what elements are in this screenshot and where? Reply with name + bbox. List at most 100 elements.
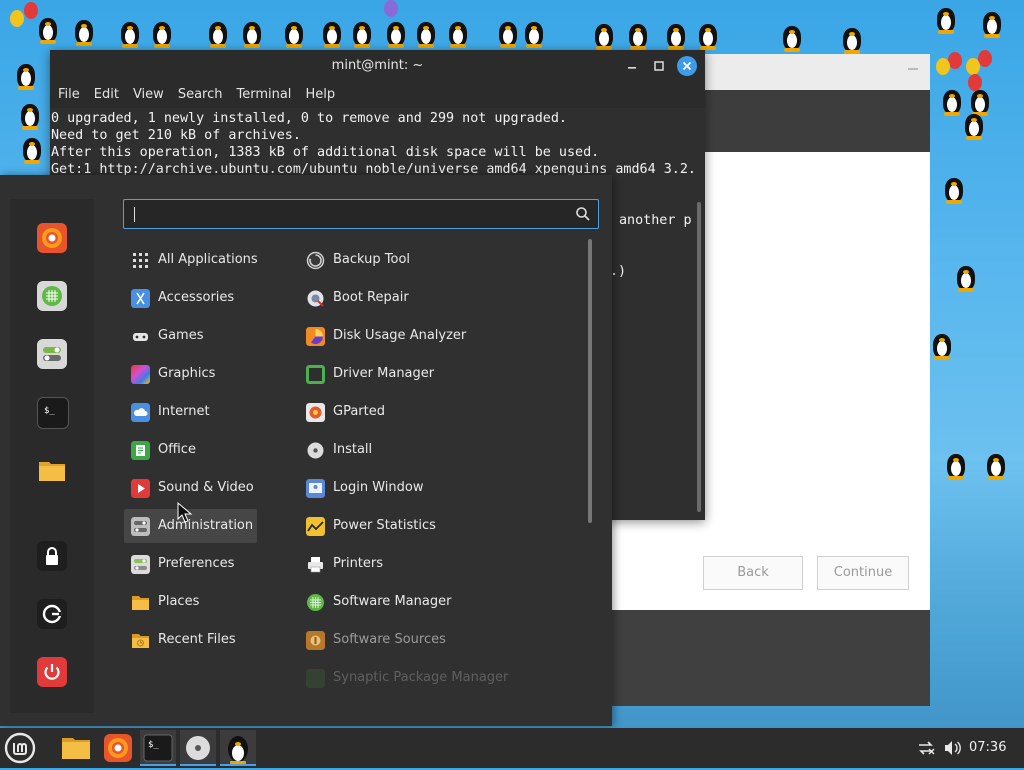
text-cursor <box>134 207 135 222</box>
penguin-icon <box>320 18 344 48</box>
category-preferences[interactable]: Preferences <box>124 547 257 581</box>
menu-view[interactable]: View <box>125 82 164 108</box>
cloud-icon <box>131 403 150 422</box>
terminal-scrollbar[interactable] <box>697 202 701 512</box>
close-icon <box>682 61 692 71</box>
app-software-sources[interactable]: Software Sources <box>299 623 579 657</box>
close-button[interactable] <box>677 56 697 76</box>
app-driver-manager[interactable]: Driver Manager <box>299 357 579 391</box>
menu-scrollbar[interactable] <box>588 239 592 523</box>
app-label: Driver Manager <box>333 366 435 381</box>
penguin-icon <box>446 18 470 48</box>
taskbar-files[interactable] <box>58 730 94 766</box>
back-button[interactable]: Back <box>703 556 803 590</box>
category-internet[interactable]: Internet <box>124 395 257 429</box>
app-install[interactable]: Install <box>299 433 579 467</box>
menu-help[interactable]: Help <box>297 82 335 108</box>
penguin-icon <box>696 20 720 50</box>
terminal-favorite[interactable]: $_ <box>37 397 69 429</box>
clock[interactable]: 07:36 <box>969 728 1006 768</box>
category-office[interactable]: Office <box>124 433 257 467</box>
penguin-icon <box>962 110 986 140</box>
taskbar-installer[interactable] <box>180 730 216 766</box>
category-recent-files[interactable]: Recent Files <box>124 623 257 657</box>
penguin-icon <box>942 174 966 204</box>
boot-repair-icon <box>307 290 324 307</box>
gamepad-icon <box>133 333 148 341</box>
app-software-manager[interactable]: Software Manager <box>299 585 579 619</box>
logout-button[interactable] <box>37 599 67 629</box>
app-disk-usage-analyzer[interactable]: Disk Usage Analyzer <box>299 319 579 353</box>
taskbar-firefox[interactable] <box>100 730 136 766</box>
maximize-button[interactable] <box>651 58 667 74</box>
category-label: Sound & Video <box>158 480 254 495</box>
app-backup-tool[interactable]: Backup Tool <box>299 243 579 277</box>
favorites-bar: $_ <box>10 199 94 713</box>
files-favorite[interactable] <box>37 455 67 485</box>
minimize-button[interactable] <box>624 58 640 74</box>
category-places[interactable]: Places <box>124 585 257 619</box>
software-sources-icon <box>306 631 325 650</box>
penguin-icon <box>664 20 688 50</box>
lock-screen-button[interactable] <box>37 541 67 571</box>
terminal-line: After this operation, 1383 kB of additio… <box>51 145 600 160</box>
disk-usage-icon <box>306 327 325 346</box>
menu-terminal[interactable]: Terminal <box>228 82 291 108</box>
penguin-icon <box>350 18 374 48</box>
penguin-icon <box>118 18 142 48</box>
terminal-line: Need to get 210 kB of archives. <box>51 128 301 143</box>
volume-icon[interactable] <box>942 738 962 758</box>
menu-edit[interactable]: Edit <box>86 82 119 108</box>
firefox-favorite[interactable] <box>37 223 67 253</box>
app-printers[interactable]: Printers <box>299 547 579 581</box>
menu-file[interactable]: File <box>50 82 80 108</box>
app-label: Backup Tool <box>333 252 411 267</box>
settings-favorite[interactable] <box>37 339 67 369</box>
minimize-icon[interactable] <box>908 68 918 70</box>
category-label: Places <box>158 594 200 609</box>
shutdown-button[interactable] <box>37 657 67 687</box>
grid-icon <box>133 253 148 268</box>
mint-logo-icon <box>4 732 36 764</box>
app-label: Synaptic Package Manager <box>333 670 509 685</box>
app-gparted[interactable]: GParted <box>299 395 579 429</box>
penguin-icon <box>72 16 96 46</box>
menu-search[interactable]: Search <box>170 82 223 108</box>
category-sound-video[interactable]: Sound & Video <box>124 471 257 505</box>
firefox-icon <box>42 228 62 248</box>
category-graphics[interactable]: Graphics <box>124 357 257 391</box>
gparted-icon <box>306 403 325 422</box>
search-input[interactable] <box>132 204 576 226</box>
penguin-icon <box>18 100 42 130</box>
penguin-icon <box>206 18 230 48</box>
category-all-applications[interactable]: All Applications <box>124 243 258 277</box>
app-synaptic-package-manager[interactable]: Synaptic Package Manager <box>299 661 579 695</box>
menu-button[interactable] <box>2 730 38 766</box>
terminal-line: 0 upgraded, 1 newly installed, 0 to remo… <box>51 111 567 126</box>
category-label: Preferences <box>158 556 235 571</box>
balloon-icon <box>10 10 24 27</box>
terminal-icon: $_ <box>143 734 173 762</box>
app-power-statistics[interactable]: Power Statistics <box>299 509 579 543</box>
taskbar: $_ 07:36 <box>0 728 1024 768</box>
app-boot-repair[interactable]: Boot Repair <box>299 281 579 315</box>
penguin-icon <box>14 60 38 90</box>
penguin-icon <box>240 18 264 48</box>
category-label: Internet <box>158 404 210 419</box>
app-label: Disk Usage Analyzer <box>333 328 467 343</box>
svg-text:$_: $_ <box>148 740 159 750</box>
search-box[interactable] <box>123 199 599 229</box>
software-manager-icon <box>307 594 324 611</box>
continue-button[interactable]: Continue <box>817 556 909 590</box>
play-icon <box>131 479 150 498</box>
category-games[interactable]: Games <box>124 319 257 353</box>
taskbar-terminal[interactable]: $_ <box>140 730 176 766</box>
network-icon[interactable] <box>916 738 936 758</box>
category-label: All Applications <box>158 252 258 267</box>
category-accessories[interactable]: Accessories <box>124 281 257 315</box>
software-manager-favorite[interactable] <box>37 281 67 311</box>
app-login-window[interactable]: Login Window <box>299 471 579 505</box>
balloon-icon <box>968 74 982 91</box>
taskbar-xpenguins[interactable] <box>220 730 256 766</box>
penguin-icon <box>36 14 60 44</box>
